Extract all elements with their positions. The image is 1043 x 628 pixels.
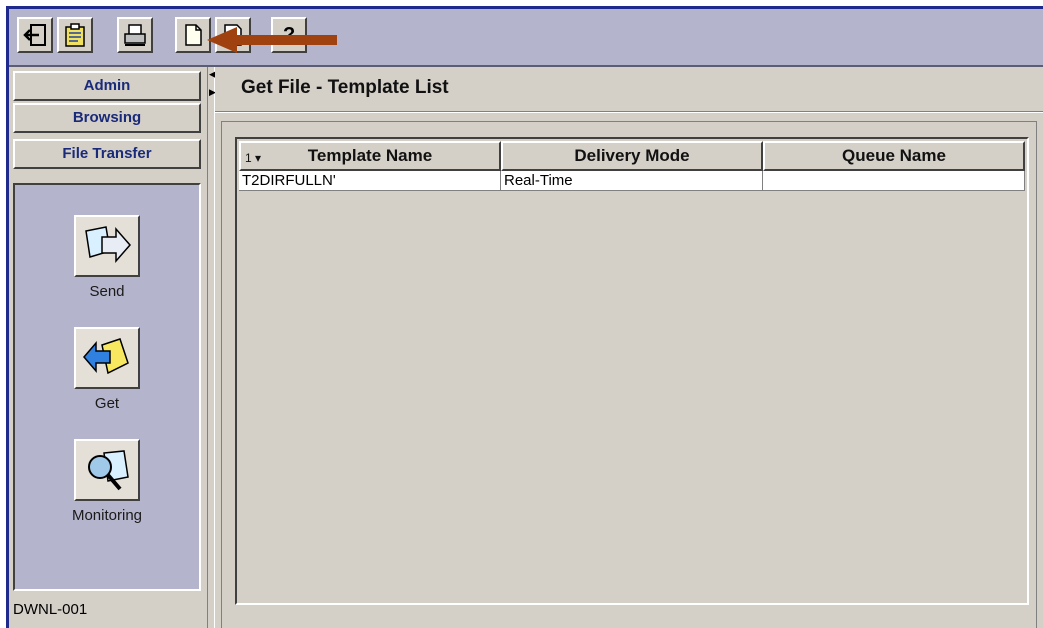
get-tool-button[interactable]: [74, 327, 140, 389]
toolbar: ?: [9, 9, 1043, 67]
cell-template-name[interactable]: T2DIRFULLN': [239, 171, 501, 191]
table-header: 1 ▾ Template Name Delivery Mode Queue Na…: [239, 141, 1025, 171]
exit-icon: [23, 24, 46, 46]
column-header-queue-name[interactable]: Queue Name: [763, 141, 1025, 171]
cell-delivery-mode[interactable]: Real-Time: [501, 171, 763, 191]
send-tool-button[interactable]: [74, 215, 140, 277]
monitoring-tool-button[interactable]: [74, 439, 140, 501]
sidebar: Admin Browsing File Transfer Send Get Mo…: [9, 67, 207, 628]
get-tool[interactable]: Get: [15, 327, 199, 412]
monitoring-icon: [88, 450, 129, 491]
column-header-label: Queue Name: [842, 146, 946, 165]
column-header-delivery-mode[interactable]: Delivery Mode: [501, 141, 763, 171]
new-document-icon: [185, 24, 202, 46]
monitoring-tool[interactable]: Monitoring: [15, 439, 199, 524]
send-file-icon: [85, 226, 131, 263]
send-tool-label: Send: [89, 283, 125, 300]
application-window: ? Admin Browsing File Transfer Send: [6, 6, 1043, 628]
pane-splitter[interactable]: ◀ ▶: [207, 67, 216, 628]
printer-icon: [124, 24, 146, 46]
template-table: 1 ▾ Template Name Delivery Mode Queue Na…: [235, 137, 1029, 605]
file-transfer-tool-panel: Send Get Monitoring: [13, 183, 201, 591]
column-header-template-name[interactable]: 1 ▾ Template Name: [239, 141, 501, 171]
send-tool[interactable]: Send: [15, 215, 199, 300]
column-header-label: Template Name: [307, 146, 433, 165]
print-button[interactable]: [117, 17, 153, 53]
annotation-arrow: [207, 27, 337, 53]
get-tool-label: Get: [94, 395, 120, 412]
table-row[interactable]: T2DIRFULLN' Real-Time: [239, 171, 1025, 191]
new-document-button[interactable]: [175, 17, 211, 53]
cell-queue-name[interactable]: [763, 171, 1025, 191]
exit-button[interactable]: [17, 17, 53, 53]
get-file-icon: [83, 338, 129, 375]
column-header-label: Delivery Mode: [574, 146, 690, 165]
title-divider: [215, 111, 1043, 113]
main-content: Get File - Template List 1 ▾ Template Na…: [215, 67, 1043, 628]
sort-indicator[interactable]: 1 ▾: [245, 145, 261, 171]
clipboard-button[interactable]: [57, 17, 93, 53]
monitoring-tool-label: Monitoring: [71, 507, 143, 524]
nav-file-transfer[interactable]: File Transfer: [13, 139, 201, 169]
clipboard-icon: [65, 23, 85, 47]
nav-browsing[interactable]: Browsing: [13, 103, 201, 133]
page-title: Get File - Template List: [241, 77, 449, 98]
nav-admin[interactable]: Admin: [13, 71, 201, 101]
screen-id: DWNL-001: [13, 601, 88, 618]
